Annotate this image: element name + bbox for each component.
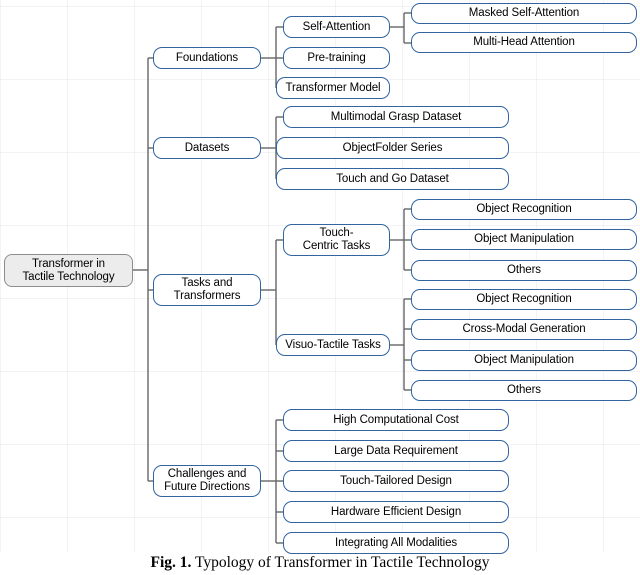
- node-visuo-object-recognition[interactable]: Object Recognition: [411, 289, 637, 310]
- node-visuo-tactile-tasks[interactable]: Visuo-Tactile Tasks: [276, 334, 390, 356]
- node-pre-training[interactable]: Pre-training: [283, 47, 390, 69]
- node-high-computational-cost[interactable]: High Computational Cost: [283, 409, 509, 431]
- node-touch-object-manipulation[interactable]: Object Manipulation: [411, 229, 637, 250]
- node-objectfolder-series[interactable]: ObjectFolder Series: [276, 137, 509, 159]
- node-masked-self-attention[interactable]: Masked Self-Attention: [411, 3, 637, 24]
- node-touch-others[interactable]: Others: [411, 260, 637, 281]
- node-integrating-all-modalities[interactable]: Integrating All Modalities: [283, 532, 509, 554]
- figure-caption-label: Fig. 1.: [150, 554, 192, 571]
- node-datasets[interactable]: Datasets: [153, 137, 261, 159]
- node-touch-tailored-design[interactable]: Touch-Tailored Design: [283, 470, 509, 492]
- node-transformer-model[interactable]: Transformer Model: [276, 77, 390, 99]
- node-touch-object-recognition[interactable]: Object Recognition: [411, 199, 637, 220]
- node-multi-head-attention[interactable]: Multi-Head Attention: [411, 32, 637, 53]
- node-visuo-cross-modal-generation[interactable]: Cross-Modal Generation: [411, 319, 637, 340]
- typology-figure: Transformer in Tactile Technology Founda…: [0, 0, 640, 575]
- node-touch-and-go-dataset[interactable]: Touch and Go Dataset: [276, 168, 509, 190]
- node-self-attention[interactable]: Self-Attention: [283, 16, 390, 38]
- node-root[interactable]: Transformer in Tactile Technology: [4, 254, 133, 287]
- node-large-data-requirement[interactable]: Large Data Requirement: [283, 440, 509, 462]
- node-challenges-and-future-directions[interactable]: Challenges and Future Directions: [153, 465, 261, 497]
- node-visuo-others[interactable]: Others: [411, 380, 637, 401]
- node-multimodal-grasp-dataset[interactable]: Multimodal Grasp Dataset: [283, 106, 509, 128]
- node-touch-centric-tasks[interactable]: Touch- Centric Tasks: [283, 224, 390, 256]
- node-hardware-efficient-design[interactable]: Hardware Efficient Design: [283, 501, 509, 523]
- node-visuo-object-manipulation[interactable]: Object Manipulation: [411, 350, 637, 371]
- figure-caption: Fig. 1. Typology of Transformer in Tacti…: [0, 554, 640, 572]
- node-foundations[interactable]: Foundations: [153, 47, 261, 69]
- figure-caption-text: Typology of Transformer in Tactile Techn…: [191, 554, 490, 571]
- node-tasks-and-transformers[interactable]: Tasks and Transformers: [153, 274, 261, 306]
